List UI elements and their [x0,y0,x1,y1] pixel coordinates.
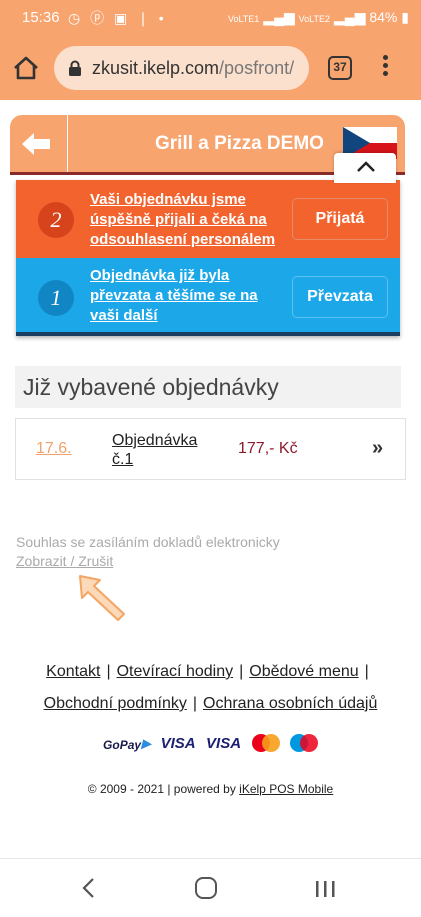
order-detail-button[interactable]: » [372,437,383,460]
collapse-notifications-button[interactable] [334,153,396,183]
accepted-button[interactable]: Přijatá [292,198,388,240]
contact-link[interactable]: Kontakt [46,663,100,680]
nav-back-icon[interactable] [80,877,98,899]
opening-hours-link[interactable]: Otevírací hodiny [117,663,234,680]
url-path: /posfront/ [219,58,295,78]
order-name[interactable]: Objednávka č.1 [112,431,212,469]
consent-label: Souhlas se zasíláním dokladů elektronick… [16,534,280,550]
battery-level: 84% [369,9,398,25]
visa-logo: VISA [160,735,196,752]
network-label-2: VoLTE2 [298,14,331,24]
battery-icon: ▮ [401,9,409,25]
notification-number: 2 [38,202,74,238]
notification-picked-up: 1 Objednávka již byla převzata a těšíme … [16,258,400,336]
lunch-menu-link[interactable]: Obědové menu [249,663,358,680]
nav-recent-apps-icon[interactable] [314,879,336,899]
android-nav-bar [0,858,421,917]
page-title: Grill a Pizza DEMO [155,133,324,154]
url-text: zkusit.ikelp.com/posfront/ [92,58,304,79]
consent-toggle-link[interactable]: Zobrazit / Zrušit [16,553,113,569]
status-time: 15:36 [22,9,60,26]
gopay-logo: GoPay▸ [103,733,151,753]
notification-link[interactable]: Objednávka již byla převzata a těšíme se… [90,266,290,326]
status-bar: 15:36 ◷ ⓟ ▣ ❘ • VoLTE1 ▂▄▆ VoLTE2 ▂▄▆ 84% … [0,0,421,36]
network-label-1: VoLTE1 [227,14,260,24]
copyright: © 2009 - 2021 | powered by iKelp POS Mob… [87,782,334,796]
browser-home-icon[interactable] [12,54,40,82]
mastercard-logo [251,733,280,754]
order-date[interactable]: 17.6. [36,440,72,458]
tab-switcher-button[interactable]: 37 [328,56,352,80]
notification-number: 1 [38,280,74,316]
order-price: 177,- Kč [238,440,298,457]
orders-section-title: Již vybavené objednávky [15,366,401,408]
terms-link[interactable]: Obchodní podmínky [44,695,187,712]
status-right: VoLTE1 ▂▄▆ VoLTE2 ▂▄▆ 84% ▮ [228,9,409,26]
notification-link[interactable]: Vaši objednávku jsme úspěšně přijali a č… [90,190,290,250]
notification-icons: ◷ ⓟ ▣ ❘ • [68,10,167,26]
notification-accepted: 2 Vaši objednávku jsme úspěšně přijali a… [16,180,400,258]
order-row[interactable]: 17.6. Objednávka č.1 177,- Kč » [15,418,406,480]
chevron-up-icon [357,161,375,172]
nav-home-icon[interactable] [195,877,217,899]
address-bar[interactable]: zkusit.ikelp.com/posfront/ [54,46,309,90]
notification-panel: 2 Vaši objednávku jsme úspěšně přijali a… [16,180,400,336]
lock-icon [68,60,82,76]
url-domain: zkusit.ikelp.com [92,58,220,78]
privacy-link[interactable]: Ochrana osobních údajů [203,695,377,712]
pointer-arrow-icon [78,574,128,622]
ikelp-link[interactable]: iKelp POS Mobile [239,782,333,796]
signal-icon: ▂▄▆ [263,9,295,25]
payment-logos: GoPay▸ VISA VISA [0,733,421,757]
back-button[interactable] [10,115,68,172]
signal-icon: ▂▄▆ [334,9,366,25]
arrow-left-icon [22,133,50,155]
picked-up-button[interactable]: Převzata [292,276,388,318]
footer-links: Kontakt | Otevírací hodiny | Obědové menu | O… [43,663,378,712]
browser-menu-icon[interactable] [378,52,392,82]
browser-toolbar: zkusit.ikelp.com/posfront/ 37 [0,36,421,100]
visa-electron-logo: VISA [206,735,242,752]
maestro-logo [289,733,318,754]
